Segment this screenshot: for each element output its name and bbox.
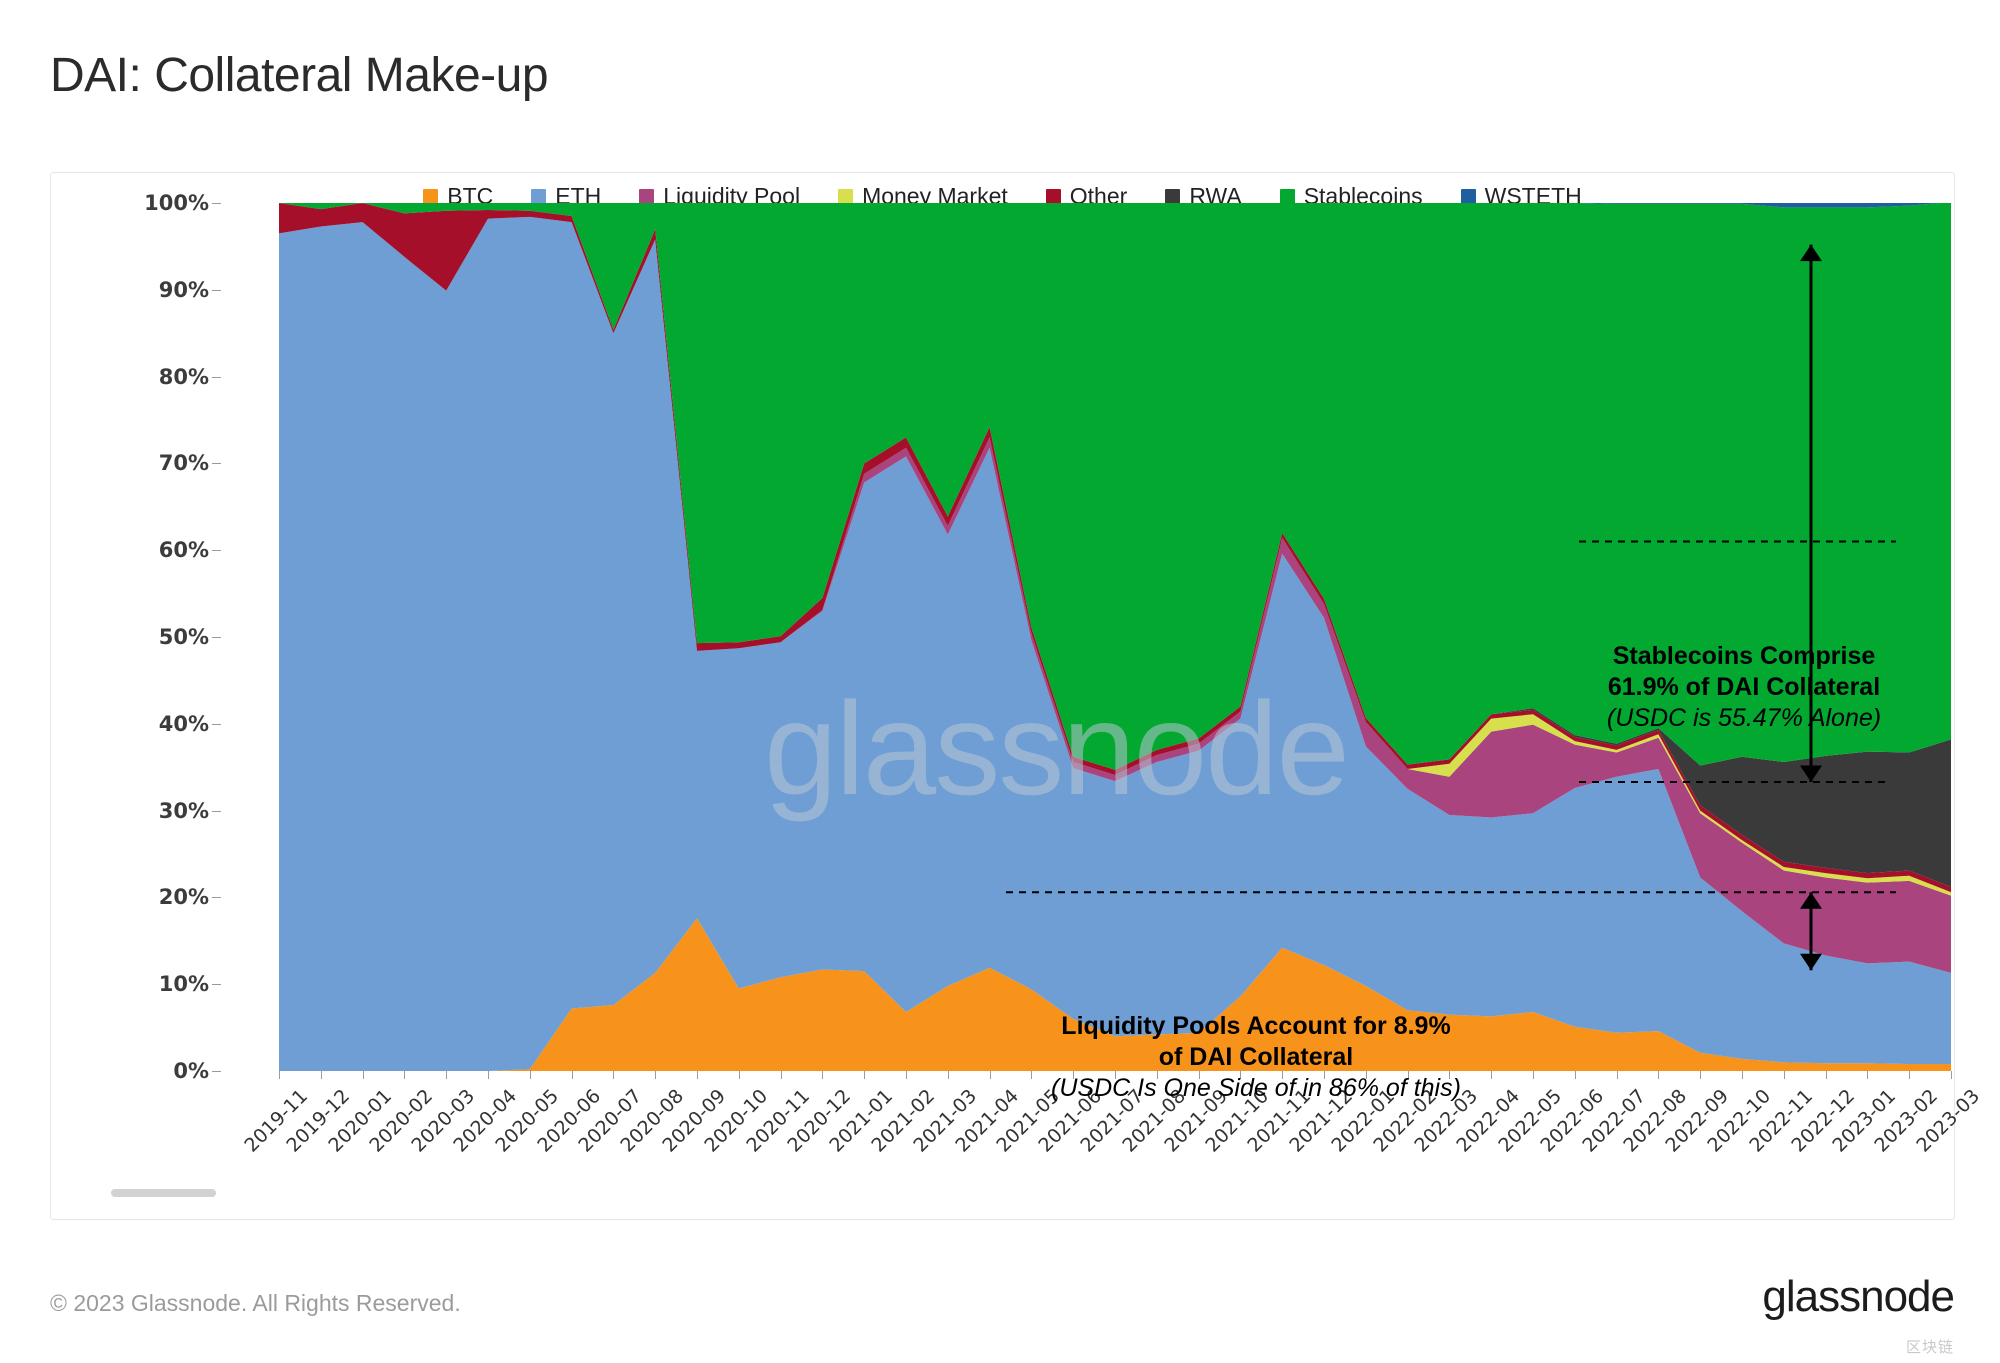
annotation-liquidity-pools-line1: Liquidity Pools Account for 8.9% bbox=[1061, 1012, 1451, 1040]
annotation-stablecoins-line1: Stablecoins Comprise bbox=[1612, 642, 1876, 670]
legend-swatch-icon bbox=[639, 189, 655, 204]
horizontal-scrollbar[interactable] bbox=[111, 1189, 1901, 1197]
y-axis-tick-label: 50% bbox=[158, 625, 209, 649]
x-axis-tick-mark bbox=[1867, 1071, 1869, 1079]
legend-swatch-icon bbox=[423, 189, 439, 204]
y-axis-tick-mark bbox=[212, 376, 221, 378]
x-axis-tick-mark bbox=[1742, 1071, 1743, 1079]
x-axis-tick-mark bbox=[697, 1071, 698, 1079]
y-axis-tick-mark bbox=[212, 1071, 221, 1072]
x-axis-tick-mark bbox=[362, 1071, 364, 1079]
y-axis-tick-mark bbox=[212, 203, 221, 204]
x-axis-tick-mark bbox=[1574, 1071, 1576, 1079]
scrollbar-thumb[interactable] bbox=[111, 1189, 216, 1197]
page-title: DAI: Collateral Make-up bbox=[50, 49, 549, 102]
x-axis-tick-mark bbox=[1700, 1071, 1702, 1079]
x-axis-tick-mark bbox=[822, 1071, 824, 1079]
y-axis-tick-mark bbox=[212, 984, 221, 986]
y-axis-tick-mark bbox=[212, 289, 221, 291]
x-axis-tick-mark bbox=[488, 1071, 489, 1079]
x-axis-tick-mark bbox=[906, 1071, 907, 1079]
annotation-liquidity-pools-line2: of DAI Collateral bbox=[1158, 1042, 1354, 1071]
x-axis-tick-mark bbox=[404, 1071, 406, 1079]
y-axis-tick-label: 30% bbox=[158, 798, 209, 823]
x-axis-tick-mark bbox=[1909, 1071, 1911, 1079]
y-axis-tick-mark bbox=[212, 897, 221, 899]
x-axis-tick-mark bbox=[1533, 1071, 1534, 1079]
legend-swatch-icon bbox=[838, 189, 854, 204]
y-axis-tick-label: 90% bbox=[158, 277, 209, 302]
y-axis-tick-label: 0% bbox=[173, 1059, 209, 1083]
y-axis-tick-mark bbox=[212, 723, 221, 725]
legend-swatch-icon bbox=[1045, 189, 1061, 204]
x-axis-tick-mark bbox=[613, 1071, 615, 1079]
x-axis-tick-mark bbox=[571, 1071, 573, 1079]
y-axis-tick-mark bbox=[212, 550, 221, 552]
y-axis-tick-mark bbox=[212, 463, 221, 465]
x-axis-tick-mark bbox=[529, 1071, 531, 1079]
x-axis-tick-mark bbox=[780, 1071, 782, 1079]
y-axis-tick-label: 20% bbox=[158, 885, 209, 910]
x-axis-tick-mark bbox=[989, 1071, 991, 1079]
y-axis-tick-mark bbox=[212, 637, 221, 638]
x-axis-tick-mark bbox=[947, 1071, 949, 1079]
x-axis-tick-mark bbox=[1616, 1071, 1618, 1079]
legend-swatch-icon bbox=[1460, 189, 1476, 204]
x-axis-tick-mark bbox=[655, 1071, 657, 1079]
y-axis: 0% 10% 20% 30% 40% 50% 60% 70% 80% 90% 100% bbox=[144, 191, 271, 1128]
y-axis-tick-label: 10% bbox=[158, 972, 209, 997]
y-axis-tick-label: 80% bbox=[158, 364, 209, 389]
corner-watermark: 区块链 bbox=[1905, 1339, 1954, 1356]
legend-swatch-icon bbox=[1279, 189, 1295, 204]
x-axis-tick-mark bbox=[1951, 1071, 1952, 1079]
x-axis-tick-mark bbox=[279, 1071, 280, 1079]
legend-swatch-icon bbox=[531, 189, 547, 204]
x-axis-tick-mark bbox=[1783, 1071, 1785, 1079]
x-axis-tick-mark bbox=[864, 1071, 866, 1079]
footer-copyright: © 2023 Glassnode. All Rights Reserved. bbox=[50, 1290, 461, 1316]
y-axis-tick-label: 40% bbox=[158, 711, 209, 736]
annotation-liquidity-pools-line3: (USDC Is One Side of in 86% of this) bbox=[1051, 1074, 1461, 1102]
y-axis-tick-label: 100% bbox=[144, 191, 209, 215]
plot-area bbox=[279, 203, 1951, 1071]
stacked-area-svg bbox=[279, 203, 1951, 1071]
x-axis-tick-mark bbox=[1658, 1071, 1660, 1079]
chart-page: DAI: Collateral Make-up BTC ETH Liquidity … bbox=[0, 0, 2000, 1363]
y-axis-tick-mark bbox=[212, 810, 221, 812]
x-axis-tick-mark bbox=[446, 1071, 448, 1079]
x-axis-tick-mark bbox=[738, 1071, 740, 1079]
chart-card: BTC ETH Liquidity Pool Money Market Other RWA… bbox=[50, 172, 1984, 1220]
annotation-stablecoins: Stablecoins Comprise 61.9% of DAI Collat… bbox=[1579, 641, 1909, 735]
x-axis-tick-mark bbox=[1825, 1071, 1827, 1079]
annotation-liquidity-pools: Liquidity Pools Account for 8.9% of DAI … bbox=[1006, 1011, 1506, 1105]
legend-swatch-icon bbox=[1165, 189, 1181, 204]
x-axis-tick-mark bbox=[320, 1071, 322, 1079]
annotation-stablecoins-line3: (USDC is 55.47% Alone) bbox=[1606, 704, 1882, 732]
y-axis-tick-label: 70% bbox=[158, 451, 209, 476]
footer-logo: glassnode bbox=[1762, 1272, 1955, 1321]
y-axis-tick-label: 60% bbox=[158, 538, 209, 563]
annotation-stablecoins-line2: 61.9% of DAI Collateral bbox=[1607, 672, 1881, 701]
